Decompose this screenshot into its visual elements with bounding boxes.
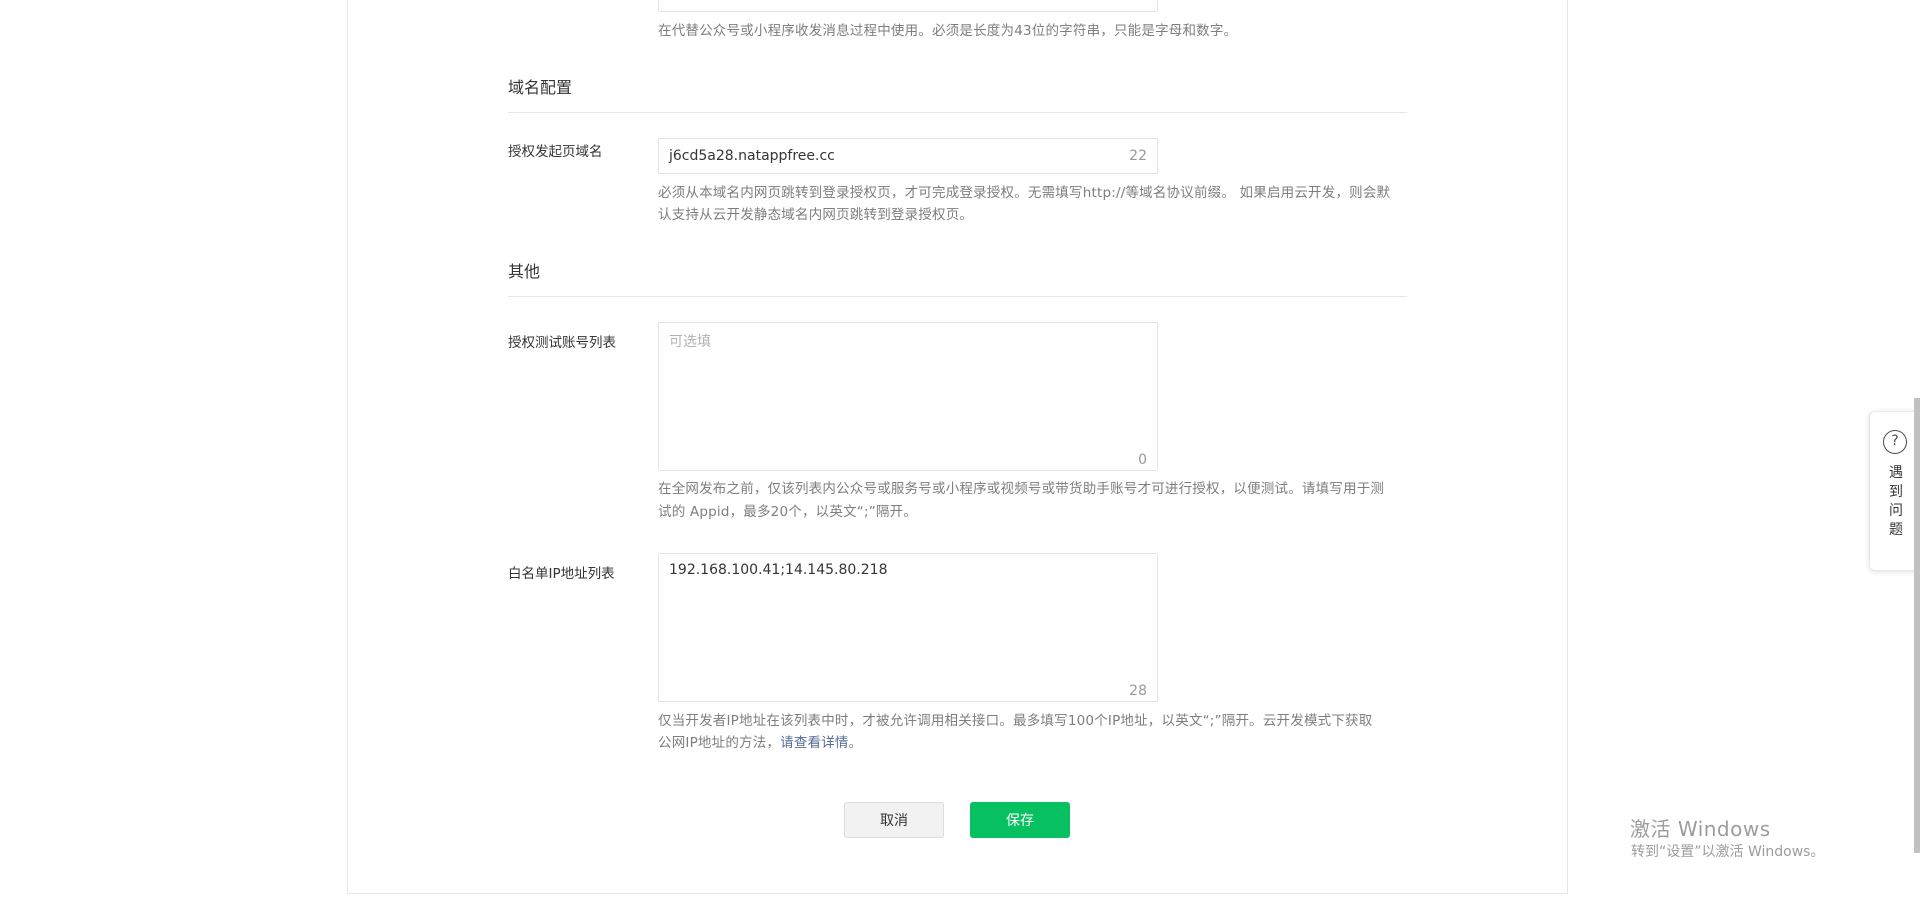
save-button[interactable]: 保存 xyxy=(970,802,1070,838)
windows-watermark-subtitle: 转到“设置”以激活 Windows。 xyxy=(1631,844,1825,860)
windows-watermark-title: 激活 Windows xyxy=(1630,817,1771,841)
test-accounts-placeholder: 可选填 xyxy=(669,334,711,350)
ip-whitelist-value: 192.168.100.41;14.145.80.218 xyxy=(669,562,888,578)
test-accounts-label: 授权测试账号列表 xyxy=(508,335,616,351)
auth-domain-label: 授权发起页域名 xyxy=(508,144,603,160)
message-key-input[interactable] xyxy=(658,0,1158,12)
ip-whitelist-counter: 28 xyxy=(1129,683,1147,699)
message-key-tip: 在代替公众号或小程序收发消息过程中使用。必须是长度为43位的字符串，只能是字母和… xyxy=(658,23,1238,39)
ip-whitelist-tip-suffix: 。 xyxy=(848,735,863,751)
test-accounts-textarea[interactable]: 可选填 0 xyxy=(658,322,1158,471)
test-accounts-tip-line2: 试的 Appid，最多20个，以英文“;”隔开。 xyxy=(658,504,917,520)
cancel-button[interactable]: 取消 xyxy=(844,802,944,838)
other-section-divider xyxy=(508,296,1407,297)
domain-section-title: 域名配置 xyxy=(508,78,573,97)
auth-domain-tip-line2: 认支持从云开发静态域名内网页跳转到登录授权页。 xyxy=(658,207,974,223)
auth-domain-counter: 22 xyxy=(1129,148,1147,164)
domain-section-divider xyxy=(508,112,1407,113)
other-section-title: 其他 xyxy=(508,262,541,281)
scrollbar-thumb[interactable] xyxy=(1914,398,1920,853)
test-accounts-tip-line1: 在全网发布之前，仅该列表内公众号或服务号或小程序或视频号或带货助手账号才可进行授… xyxy=(658,481,1385,497)
ip-whitelist-tip-line2: 公网IP地址的方法，请查看详情。 xyxy=(658,732,862,754)
ip-whitelist-label: 白名单IP地址列表 xyxy=(508,566,615,582)
auth-domain-tip-line1: 必须从本域名内网页跳转到登录授权页，才可完成登录授权。无需填写http://等域… xyxy=(658,185,1391,201)
ip-whitelist-tip-prefix: 公网IP地址的方法， xyxy=(658,735,781,751)
auth-domain-value: j6cd5a28.natappfree.cc xyxy=(669,148,835,164)
help-widget-label: 遇到问题 xyxy=(1889,465,1903,538)
auth-domain-input[interactable]: j6cd5a28.natappfree.cc 22 xyxy=(658,138,1158,174)
question-circle-icon: ? xyxy=(1883,430,1907,454)
view-details-link[interactable]: 请查看详情 xyxy=(780,735,849,751)
ip-whitelist-tip-line1: 仅当开发者IP地址在该列表中时，才被允许调用相关接口。最多填写100个IP地址，… xyxy=(658,713,1373,729)
ip-whitelist-textarea[interactable]: 192.168.100.41;14.145.80.218 28 xyxy=(658,553,1158,702)
help-widget[interactable]: ? 遇到问题 xyxy=(1869,411,1920,571)
test-accounts-counter: 0 xyxy=(1138,452,1147,468)
